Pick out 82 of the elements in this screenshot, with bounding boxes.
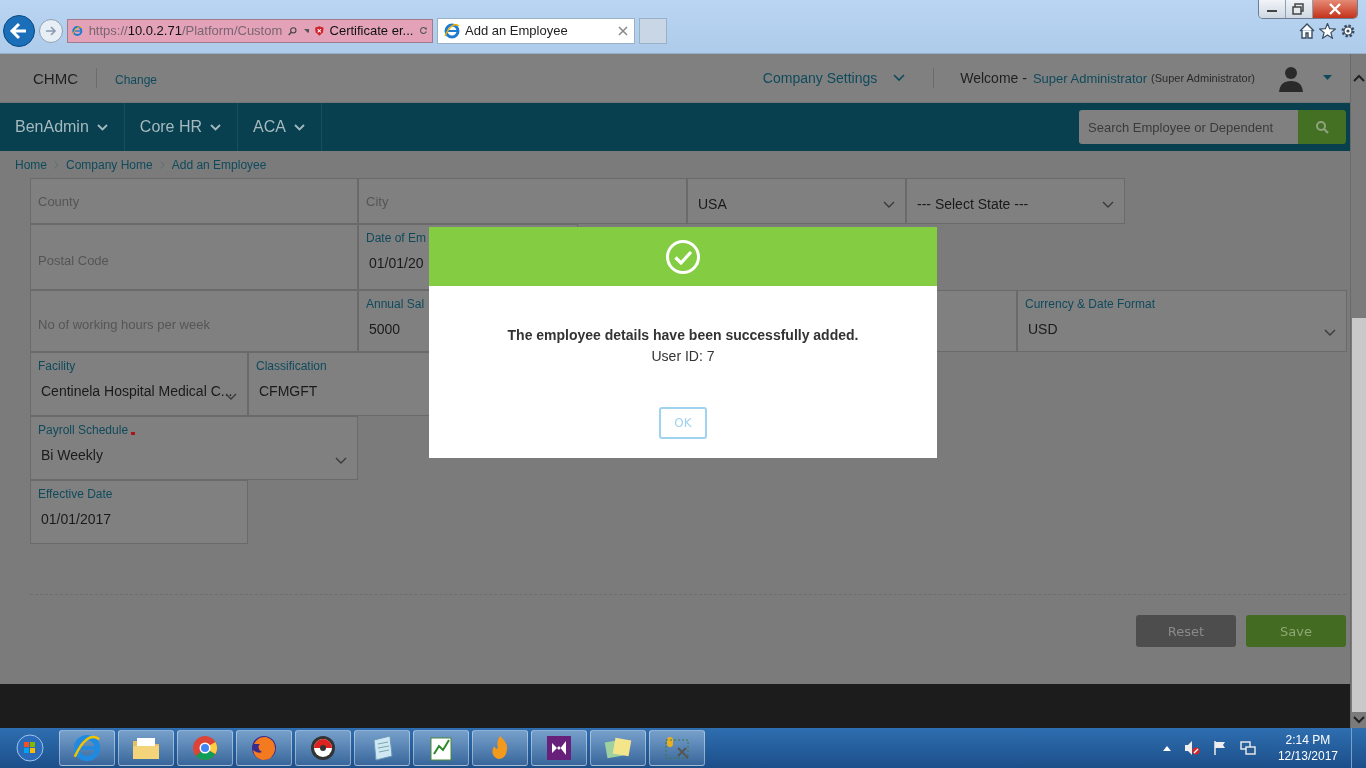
form-field[interactable]: Payroll Schedule Bi Weekly — [30, 416, 358, 480]
scroll-down-icon[interactable] — [1352, 716, 1365, 724]
breadcrumb-link[interactable]: Company Home — [66, 157, 153, 172]
clock-date: 12/13/2017 — [1277, 748, 1338, 764]
browser-logo-icon — [73, 734, 101, 762]
check-circle-icon — [665, 238, 701, 275]
company-name: CHMC — [33, 69, 78, 87]
breadcrumb-link[interactable]: Home — [15, 157, 47, 172]
chevron-down-icon — [210, 123, 222, 131]
scrollbar[interactable] — [1350, 54, 1366, 728]
caret-icon[interactable] — [303, 27, 309, 34]
disc-icon — [309, 734, 337, 762]
chevron-icon — [159, 160, 165, 169]
avatar-icon[interactable] — [1277, 64, 1305, 92]
nav-menu-item[interactable]: BenAdmin — [0, 103, 125, 151]
user-role: (Super Administrator) — [1151, 72, 1255, 84]
chevron-icon — [54, 160, 59, 169]
fox-globe-icon — [250, 734, 278, 762]
required-marker-icon — [131, 431, 136, 435]
star-icon[interactable] — [1319, 22, 1336, 39]
back-button[interactable] — [3, 14, 35, 47]
chevron-down-icon — [883, 201, 895, 209]
certificate-error-icon — [314, 23, 324, 38]
user-id-text: User ID: 7 — [651, 348, 715, 364]
search-icon — [1315, 120, 1329, 134]
taskbar-app[interactable] — [531, 730, 587, 766]
sticky-notes-icon — [603, 735, 633, 761]
speaker-muted-icon[interactable] — [1183, 740, 1200, 756]
browser-logo-icon — [444, 22, 460, 39]
clock[interactable]: 2:14 PM 12/13/2017 — [1277, 732, 1338, 764]
success-message: The employee details have been successfully added. — [507, 327, 859, 343]
taskbar-app[interactable] — [118, 730, 174, 766]
minimize-button[interactable] — [1259, 0, 1286, 18]
visual-studio-icon — [545, 734, 573, 762]
taskbar-app[interactable] — [295, 730, 351, 766]
chevron-down-icon — [293, 123, 305, 131]
company-settings-menu[interactable]: Company Settings — [762, 70, 906, 86]
form-field[interactable]: Effective Date 01/01/2017 — [30, 480, 248, 544]
nav-menu-item[interactable]: Core HR — [124, 103, 239, 151]
close-button[interactable] — [1313, 0, 1357, 18]
chrome-logo-icon — [191, 734, 219, 762]
chevron-down-icon — [335, 457, 347, 465]
form-field[interactable]: Currency & Date Format USD — [1017, 290, 1347, 352]
search-field[interactable]: Search Employee or Dependent — [1079, 110, 1298, 144]
form-field[interactable]: USA — [687, 178, 906, 224]
chevron-down-icon — [1324, 329, 1336, 337]
taskbar-app[interactable] — [236, 730, 292, 766]
restore-icon — [1292, 3, 1306, 15]
windows-logo-icon — [16, 734, 44, 762]
save-button[interactable]: Save — [1246, 615, 1346, 647]
nav-menu-item[interactable]: ACA — [238, 103, 322, 151]
chart-document-icon — [427, 734, 455, 762]
browser-tab[interactable]: Add an Employee — [437, 17, 635, 44]
refresh-icon[interactable] — [419, 24, 428, 37]
chevron-down-icon — [1102, 201, 1114, 209]
clock-time: 2:14 PM — [1285, 732, 1331, 748]
reset-button[interactable]: Reset — [1136, 615, 1236, 647]
scroll-up-icon[interactable] — [1352, 74, 1365, 82]
folder-icon — [131, 735, 161, 761]
settings-icon[interactable] — [1340, 22, 1356, 39]
home-icon[interactable] — [1299, 22, 1315, 39]
caret-icon[interactable] — [1162, 745, 1171, 751]
arrow-left-icon — [9, 20, 29, 41]
close-icon[interactable] — [618, 25, 628, 36]
address-bar[interactable]: https://10.0.2.71/Platform/Custom Certificate er... — [67, 18, 433, 43]
chevron-down-icon — [893, 74, 906, 82]
url-text: https://10.0.2.71/Platform/Custom — [88, 23, 283, 38]
welcome-text: Welcome - — [960, 70, 1027, 86]
breadcrumb-link[interactable]: Add an Employee — [171, 157, 267, 172]
user-name-link[interactable]: Super Administrator — [1032, 70, 1148, 86]
taskbar-app[interactable] — [413, 730, 469, 766]
network-icon[interactable] — [1239, 740, 1256, 756]
chevron-down-icon — [96, 123, 108, 131]
arrow-right-icon — [44, 23, 58, 38]
flag-icon[interactable] — [1212, 740, 1227, 756]
form-field[interactable]: --- Select State --- — [906, 178, 1125, 224]
form-field[interactable]: Facility Centinela Hospital Medical C... — [30, 352, 248, 416]
change-link[interactable]: Change — [115, 72, 158, 87]
database-tools-icon — [662, 734, 692, 762]
close-icon — [1328, 3, 1342, 15]
restore-button[interactable] — [1286, 0, 1313, 18]
certificate-error-text[interactable]: Certificate er... — [329, 23, 414, 38]
